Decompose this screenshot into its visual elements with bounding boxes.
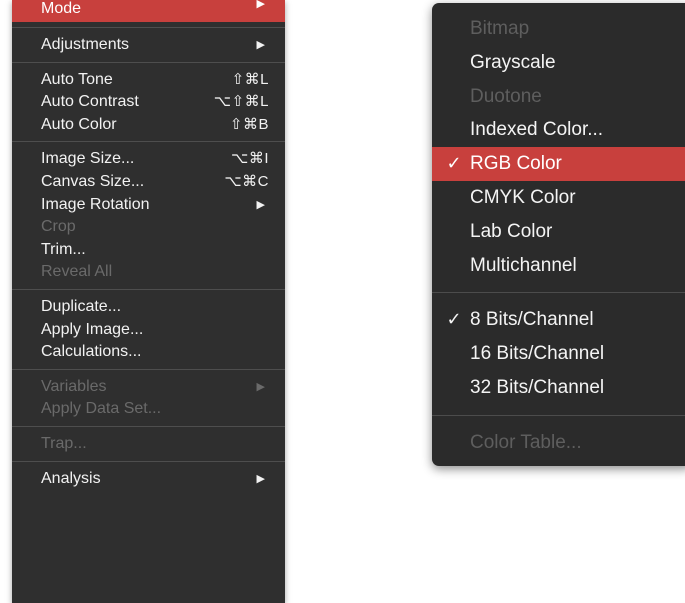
mode-item-label: Duotone bbox=[470, 85, 542, 107]
menu-item-label: Apply Data Set... bbox=[41, 400, 162, 418]
menu-item-label: Trap... bbox=[41, 434, 87, 452]
menu-item-label: Adjustments bbox=[41, 36, 130, 53]
submenu-arrow-icon: ▶ bbox=[256, 0, 265, 10]
menu-item-canvas-size[interactable]: Canvas Size... ⌥⌘C bbox=[12, 171, 285, 194]
menu-item-calculations[interactable]: Calculations... bbox=[12, 341, 285, 364]
menu-item-label: Analysis bbox=[41, 469, 101, 487]
submenu-arrow-icon: ▶ bbox=[256, 198, 265, 211]
mode-item-label: Indexed Color... bbox=[470, 119, 604, 141]
image-menu: Mode ▶ Adjustments ▶ Auto Tone ⇧⌘L Auto Contra… bbox=[12, 0, 285, 603]
menu-item-label: Auto Color bbox=[41, 115, 117, 133]
menu-item-label: Image Rotation bbox=[41, 195, 150, 213]
mode-item-grayscale[interactable]: Grayscale bbox=[432, 46, 685, 80]
mode-item-label: Bitmap bbox=[470, 18, 530, 39]
submenu-arrow-icon: ▶ bbox=[256, 380, 265, 393]
mode-item-indexed-color[interactable]: Indexed Color... bbox=[432, 113, 685, 147]
menu-separator bbox=[432, 414, 685, 416]
menu-item-shortcut: ⇧⌘B bbox=[229, 115, 269, 133]
menu-item-auto-contrast[interactable]: Auto Contrast ⌥⇧⌘L bbox=[12, 91, 285, 114]
mode-item-label: 32 Bits/Channel bbox=[470, 376, 605, 398]
menu-item-label: Image Size... bbox=[41, 150, 135, 168]
submenu-arrow-icon: ▶ bbox=[256, 472, 265, 485]
mode-item-duotone: Duotone bbox=[432, 80, 685, 114]
mode-item-32-bits-channel[interactable]: 32 Bits/Channel bbox=[432, 371, 685, 405]
menu-item-label: Variables bbox=[41, 377, 107, 395]
mode-item-label: Lab Color bbox=[470, 220, 553, 242]
menu-item-shortcut: ⇧⌘L bbox=[231, 70, 269, 88]
mode-item-rgb-color[interactable]: ✓ RGB Color bbox=[432, 147, 685, 181]
mode-item-multichannel[interactable]: Multichannel bbox=[432, 249, 685, 283]
mode-item-cmyk-color[interactable]: CMYK Color bbox=[432, 181, 685, 215]
menu-item-duplicate[interactable]: Duplicate... bbox=[12, 296, 285, 319]
menu-separator bbox=[12, 425, 285, 427]
menu-item-shortcut: ⌥⌘I bbox=[231, 150, 269, 168]
mode-item-label: 16 Bits/Channel bbox=[470, 343, 605, 365]
menu-separator bbox=[12, 27, 285, 28]
menu-item-label: Mode bbox=[41, 0, 82, 17]
menu-item-analysis[interactable]: Analysis ▶ bbox=[12, 468, 285, 491]
mode-item-label: Multichannel bbox=[470, 254, 577, 276]
menu-item-label: Reveal All bbox=[41, 263, 113, 281]
menu-item-variables: Variables ▶ bbox=[12, 376, 285, 399]
menu-item-label: Calculations... bbox=[41, 343, 142, 361]
menu-item-label: Apply Image... bbox=[41, 320, 144, 338]
menu-item-label: Trim... bbox=[41, 240, 86, 258]
submenu-arrow-icon: ▶ bbox=[256, 39, 265, 51]
menu-item-adjustments[interactable]: Adjustments ▶ bbox=[12, 34, 285, 57]
menu-item-label: Auto Contrast bbox=[41, 93, 139, 111]
menu-item-trap: Trap... bbox=[12, 433, 285, 456]
mode-item-8-bits-channel[interactable]: ✓ 8 Bits/Channel bbox=[432, 303, 685, 337]
menu-item-apply-data-set: Apply Data Set... bbox=[12, 398, 285, 421]
menu-separator bbox=[12, 61, 285, 63]
menu-item-mode[interactable]: Mode ▶ bbox=[12, 0, 285, 22]
menu-item-reveal-all: Reveal All bbox=[12, 261, 285, 284]
menu-separator bbox=[12, 288, 285, 290]
mode-item-bitmap: Bitmap bbox=[432, 12, 685, 46]
menu-item-auto-tone[interactable]: Auto Tone ⇧⌘L bbox=[12, 69, 285, 92]
menu-item-image-rotation[interactable]: Image Rotation ▶ bbox=[12, 194, 285, 217]
mode-item-label: Grayscale bbox=[470, 51, 556, 73]
menu-separator bbox=[12, 460, 285, 462]
menu-item-auto-color[interactable]: Auto Color ⇧⌘B bbox=[12, 114, 285, 137]
menu-item-trim[interactable]: Trim... bbox=[12, 239, 285, 262]
menu-separator bbox=[432, 292, 685, 294]
menu-item-label: Auto Tone bbox=[41, 70, 113, 88]
mode-submenu: Bitmap Grayscale Duotone Indexed Color... ✓ R… bbox=[432, 3, 685, 466]
menu-item-label: Canvas Size... bbox=[41, 172, 145, 190]
menu-item-label: Duplicate... bbox=[41, 297, 122, 315]
mode-item-label: Color Table... bbox=[470, 431, 582, 453]
checkmark-icon: ✓ bbox=[446, 309, 462, 330]
mode-item-16-bits-channel[interactable]: 16 Bits/Channel bbox=[432, 337, 685, 371]
checkmark-icon: ✓ bbox=[446, 153, 462, 174]
menu-item-crop: Crop bbox=[12, 216, 285, 239]
mode-submenu-items: Bitmap Grayscale Duotone Indexed Color... ✓ R… bbox=[432, 3, 685, 460]
mode-item-color-table: Color Table... bbox=[432, 426, 685, 460]
mode-item-label: RGB Color bbox=[470, 153, 562, 175]
mode-item-label: CMYK Color bbox=[470, 186, 576, 208]
mode-item-lab-color[interactable]: Lab Color bbox=[432, 215, 685, 249]
menu-item-label: Crop bbox=[41, 218, 76, 236]
menu-item-apply-image[interactable]: Apply Image... bbox=[12, 319, 285, 342]
mode-item-label: 8 Bits/Channel bbox=[470, 309, 594, 331]
menu-item-shortcut: ⌥⇧⌘L bbox=[213, 93, 269, 111]
menu-item-image-size[interactable]: Image Size... ⌥⌘I bbox=[12, 148, 285, 171]
menu-item-shortcut: ⌥⌘C bbox=[224, 172, 269, 190]
menu-separator bbox=[12, 368, 285, 370]
menu-separator bbox=[12, 141, 285, 143]
